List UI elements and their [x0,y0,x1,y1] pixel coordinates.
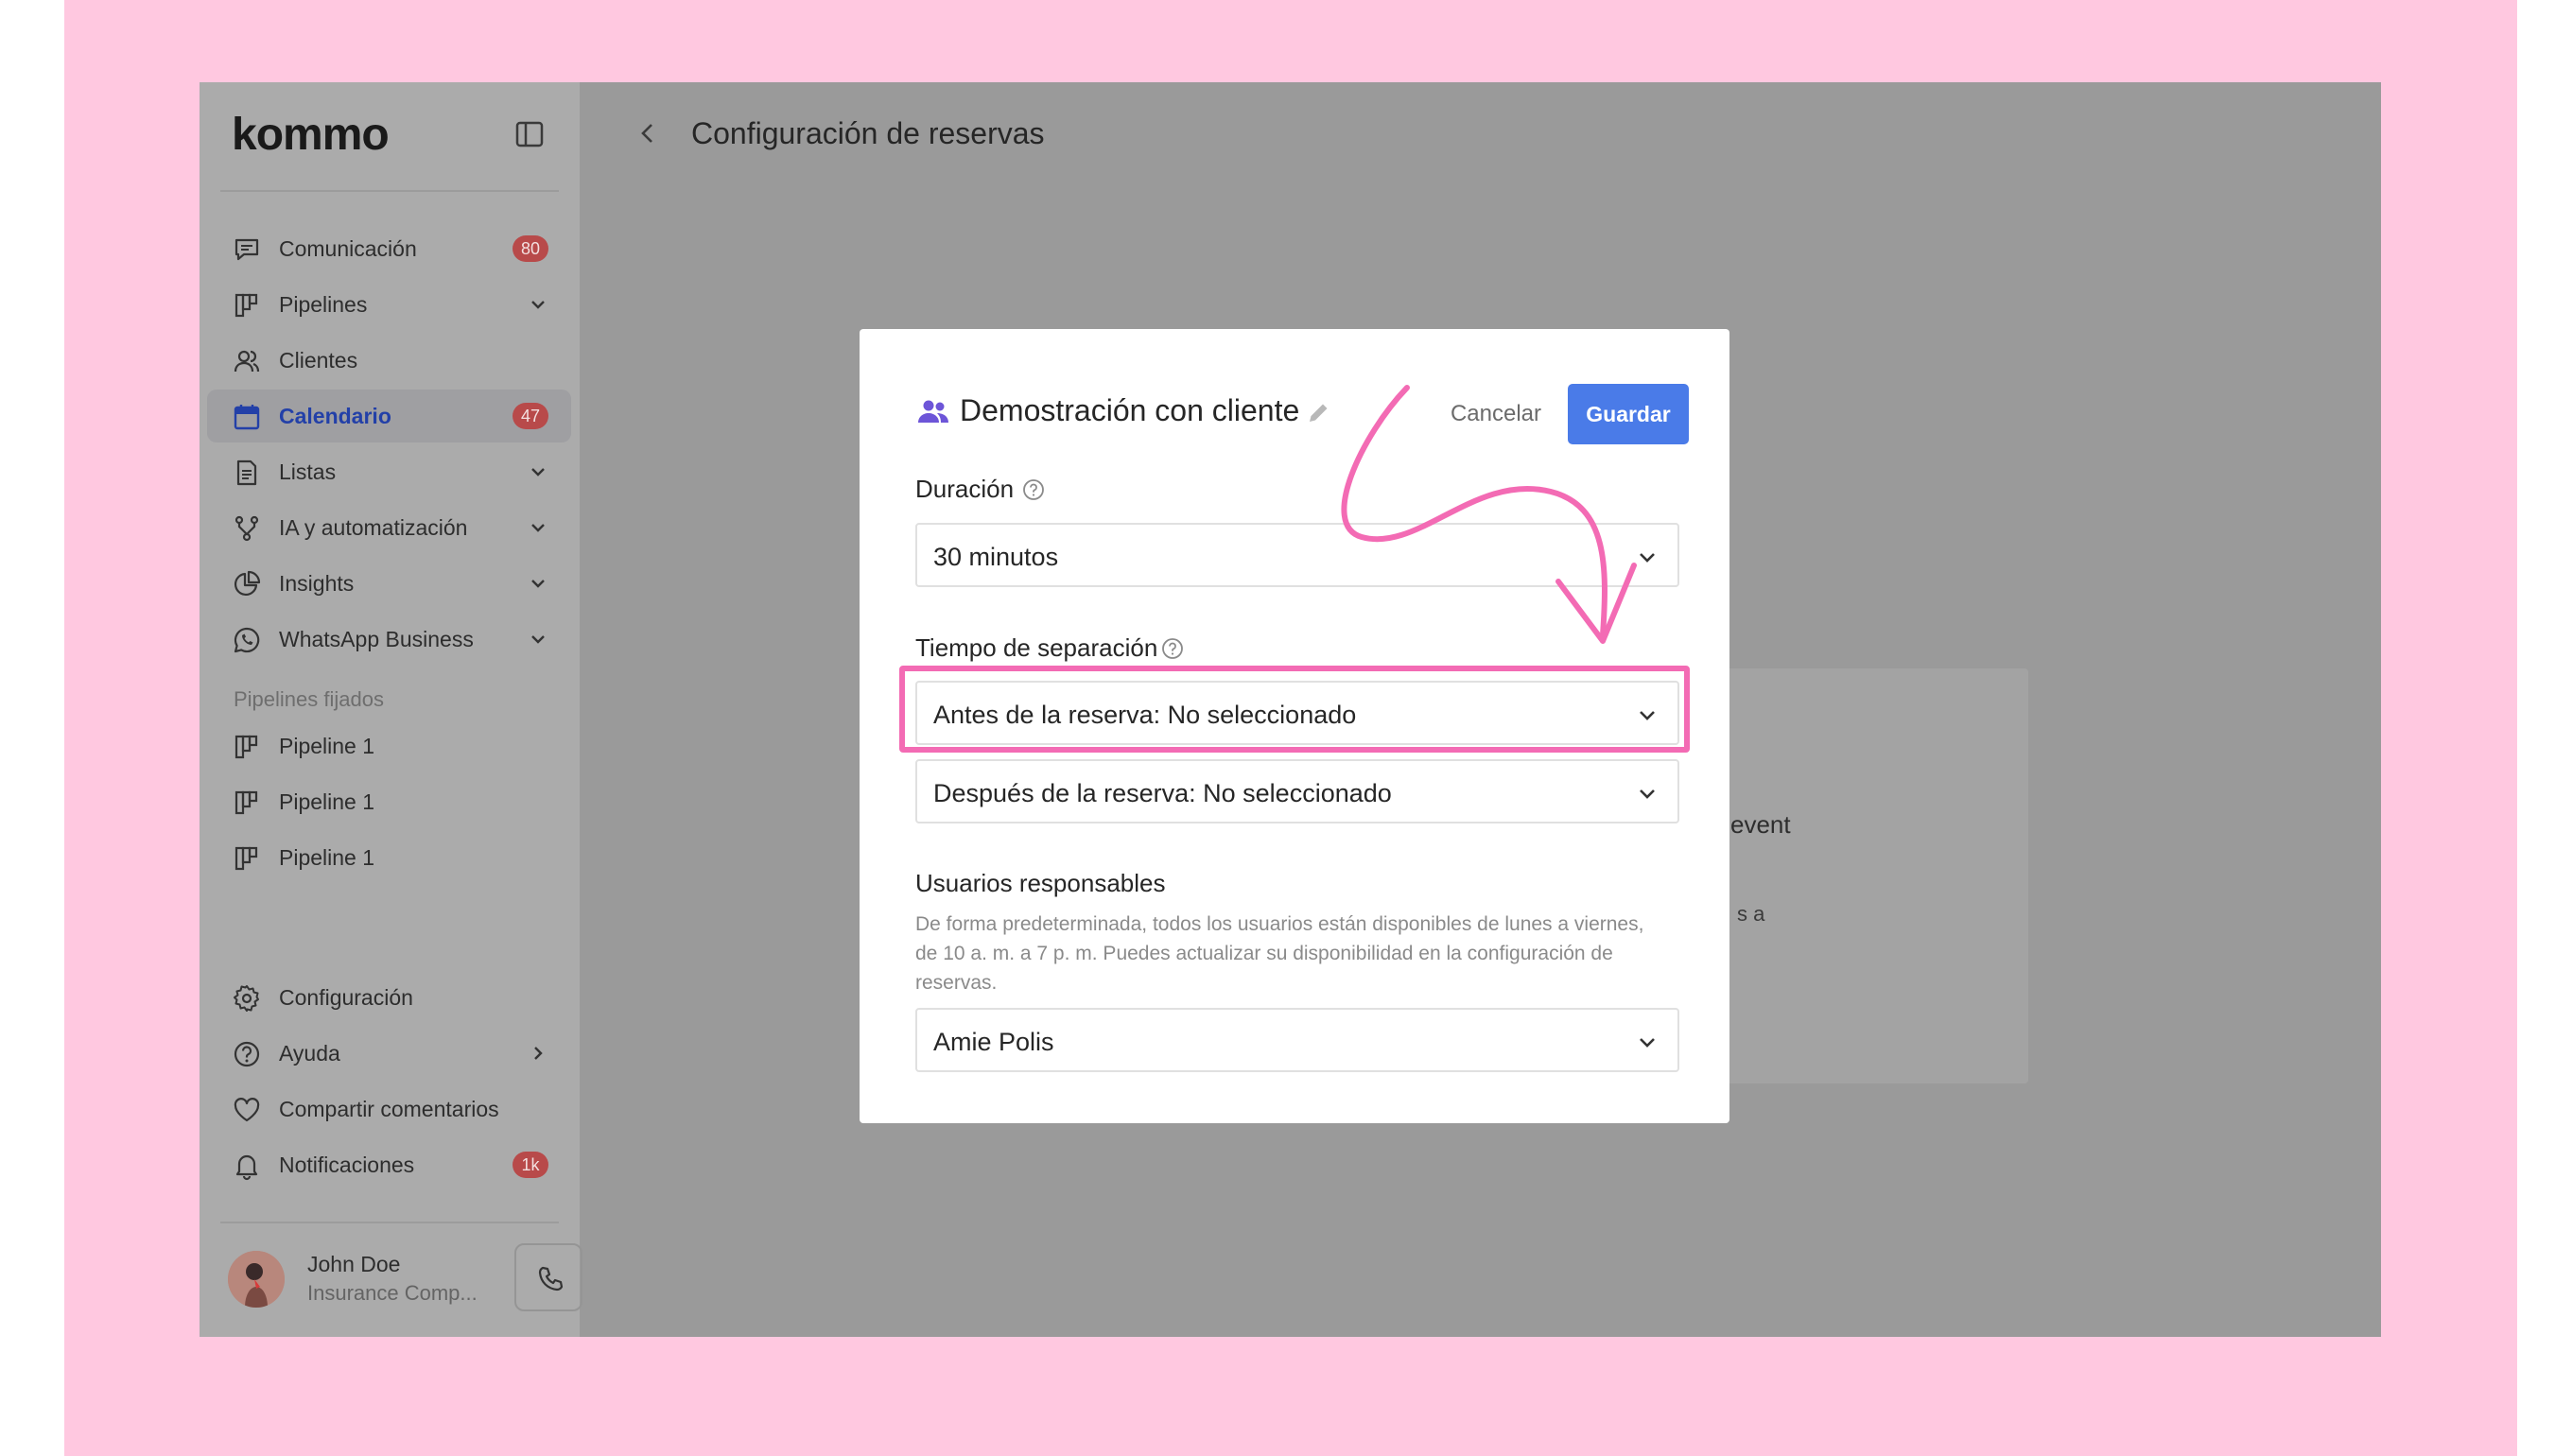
annotation-arrow [1341,385,1637,644]
